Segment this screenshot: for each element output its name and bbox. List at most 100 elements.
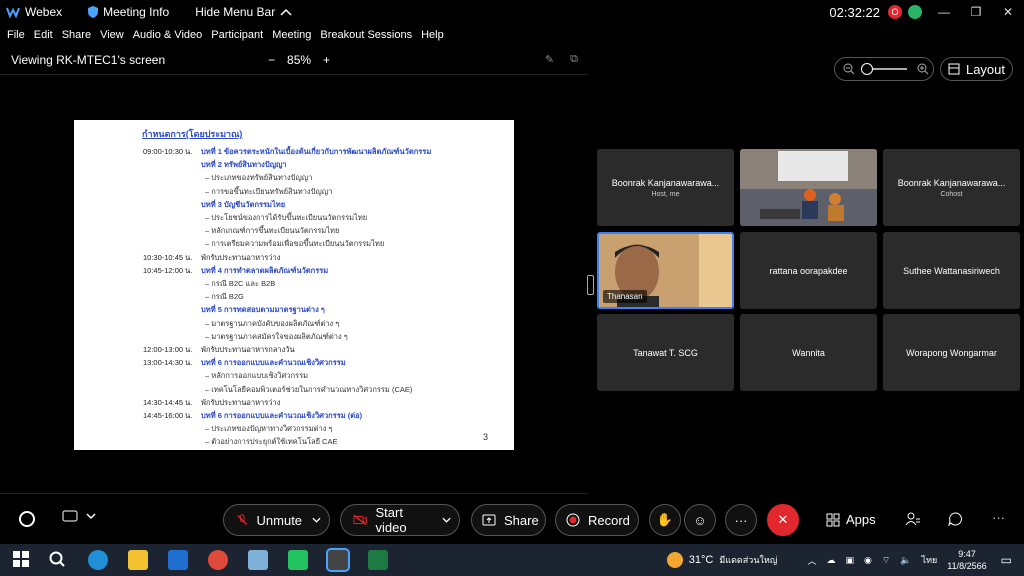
start-video-button[interactable]: Start video: [340, 504, 460, 536]
participant-name: Wannita: [792, 347, 825, 358]
app-name: Webex: [25, 5, 63, 19]
popout-icon[interactable]: ⧉: [570, 53, 578, 66]
wifi-icon[interactable]: ⌔: [882, 555, 890, 566]
edge-browser-icon[interactable]: [88, 550, 108, 570]
menu-help[interactable]: Help: [421, 29, 444, 41]
slide-row: 12:00-13:00 น. พักรับประทานอาหารกลางวัน: [143, 344, 295, 356]
participant-tile[interactable]: rattana oorapakdee: [740, 232, 877, 309]
apps-button[interactable]: Apps: [826, 512, 876, 527]
layout-button[interactable]: Layout: [940, 57, 1013, 81]
windows-taskbar: 31°C มีแดดส่วนใหญ่ ︿ ☁ ▣ ◉ ⌔ 🔈 ไทย 9:47 …: [0, 544, 1024, 576]
menu-audio-video[interactable]: Audio & Video: [133, 29, 203, 41]
participant-tile[interactable]: Wannita: [740, 314, 877, 391]
menu-file[interactable]: File: [7, 29, 25, 41]
participants-icon: [905, 512, 920, 526]
record-label: Record: [588, 512, 630, 528]
weather-icon[interactable]: [666, 552, 683, 568]
participant-tile[interactable]: Boonrak Kanjanawarawa... Host, me: [597, 149, 734, 226]
menu-share[interactable]: Share: [62, 29, 91, 41]
weather-temp[interactable]: 31°C: [689, 554, 714, 566]
raise-hand-button[interactable]: ✋: [649, 504, 681, 536]
network-icon[interactable]: ◉: [864, 555, 872, 566]
participant-video-tile[interactable]: [740, 149, 877, 226]
weather-description[interactable]: มีแดดส่วนใหญ่: [719, 553, 777, 567]
end-call-button[interactable]: ✕: [767, 504, 799, 536]
meeting-info-button[interactable]: Meeting Info: [88, 5, 169, 19]
slide-row-time: 12:00-13:00 น.: [143, 345, 193, 354]
tray-chevron-icon[interactable]: ︿: [807, 554, 816, 567]
more-panels-button[interactable]: ···: [992, 510, 1005, 525]
restore-icon[interactable]: ❐: [960, 5, 992, 19]
search-icon[interactable]: [48, 550, 68, 570]
annotate-icon[interactable]: ✎: [545, 53, 554, 66]
active-speaker-tile[interactable]: Thanasan: [597, 232, 734, 309]
chevron-up-icon: [280, 8, 292, 16]
slide-row: บทที่ 3 บัญชีนวัตกรรมไทย: [143, 199, 285, 211]
file-explorer-icon[interactable]: [128, 550, 148, 570]
slider-thumb[interactable]: [861, 63, 873, 75]
meeting-timer: 02:32:22: [829, 4, 880, 20]
slide-row: – มาตรฐานภาคสมัครใจของผลิตภัณฑ์ต่าง ๆ: [205, 331, 348, 343]
participant-name: Boonrak Kanjanawarawa...: [897, 177, 1006, 188]
share-button[interactable]: Share: [471, 504, 546, 536]
close-icon[interactable]: ✕: [992, 5, 1024, 19]
more-options-button[interactable]: ···: [725, 504, 757, 536]
teams-tray-icon[interactable]: ▣: [845, 555, 854, 566]
captions-menu-button[interactable]: [62, 510, 96, 522]
webex-taskbar-icon[interactable]: [326, 548, 350, 572]
slide-row-text: – มาตรฐานภาคบังคับของผลิตภัณฑ์ต่าง ๆ: [205, 318, 340, 328]
start-video-label: Start video: [375, 505, 407, 535]
unmute-button[interactable]: Unmute: [223, 504, 330, 536]
record-icon: [566, 513, 580, 527]
slide-row: – กรณี B2G: [205, 291, 244, 303]
user-avatar[interactable]: O: [888, 5, 902, 19]
reactions-button[interactable]: ☺: [684, 504, 716, 536]
unmute-label: Unmute: [256, 512, 303, 528]
chevron-down-icon[interactable]: [312, 516, 321, 524]
windows-start-icon[interactable]: [12, 550, 32, 570]
chevron-down-icon[interactable]: [442, 516, 451, 524]
menu-view[interactable]: View: [100, 29, 124, 41]
hide-menu-bar-button[interactable]: Hide Menu Bar: [195, 5, 297, 19]
notepad-icon[interactable]: [248, 550, 268, 570]
menu-participant[interactable]: Participant: [211, 29, 263, 41]
zoom-level: 85%: [287, 53, 312, 67]
video-zoom-slider[interactable]: [834, 57, 934, 81]
slide-row-text: – ตัวอย่างการประยุกต์ใช้เทคโนโลยี CAE: [205, 437, 338, 447]
participant-tile[interactable]: Worapong Wongarmar: [883, 314, 1020, 391]
zoom-out-button[interactable]: −: [268, 53, 275, 67]
taskbar-clock[interactable]: 9:47 11/8/2566: [947, 548, 986, 572]
menu-meeting[interactable]: Meeting: [272, 29, 311, 41]
slide-row-text: – ประเภทของทรัพย์สินทางปัญญา: [205, 173, 313, 183]
mail-icon[interactable]: [168, 550, 188, 570]
participant-tile[interactable]: Tanawat T. SCG: [597, 314, 734, 391]
menu-edit[interactable]: Edit: [34, 29, 53, 41]
slide-row-text: – การขอขึ้นทะเบียนทรัพย์สินทางปัญญา: [205, 186, 333, 196]
network-health-icon[interactable]: [908, 5, 922, 19]
shared-screen-area: กำหนดการ(โดยประมาณ) 09:00-10:30 น. บทที่ …: [0, 74, 588, 494]
apps-label: Apps: [846, 512, 876, 527]
participant-tile[interactable]: Boonrak Kanjanawarawa... Cohost: [883, 149, 1020, 226]
participants-panel-button[interactable]: [905, 512, 921, 526]
panel-resize-handle[interactable]: [587, 275, 594, 295]
status-ring-icon[interactable]: [18, 510, 36, 528]
language-indicator[interactable]: ไทย: [922, 553, 938, 567]
zoom-out-magnifier-icon: [843, 63, 855, 75]
minimize-icon[interactable]: —: [928, 5, 960, 19]
chat-panel-button[interactable]: [948, 512, 962, 526]
webex-logo: Webex: [6, 5, 62, 19]
record-button[interactable]: Record: [555, 504, 639, 536]
participant-role: Cohost: [940, 190, 963, 198]
participant-tile[interactable]: Suthee Wattanasiriwech: [883, 232, 1020, 309]
volume-icon[interactable]: 🔈: [900, 555, 911, 566]
chrome-icon[interactable]: [208, 550, 228, 570]
line-app-icon[interactable]: [288, 550, 308, 570]
notification-icon[interactable]: ▭: [1001, 553, 1012, 567]
menu-breakout-sessions[interactable]: Breakout Sessions: [320, 29, 412, 41]
zoom-in-button[interactable]: +: [323, 53, 330, 67]
slide-row: – ประเภทของทรัพย์สินทางปัญญา: [205, 172, 312, 184]
slide-row: 14:30-14:45 น. พักรับประทานอาหารว่าง: [143, 397, 280, 409]
excel-icon[interactable]: [368, 550, 388, 570]
onedrive-icon[interactable]: ☁: [826, 555, 835, 566]
slide-row: – ประโยชน์ของการได้รับขึ้นทะเบียนนวัตกรร…: [205, 212, 367, 224]
